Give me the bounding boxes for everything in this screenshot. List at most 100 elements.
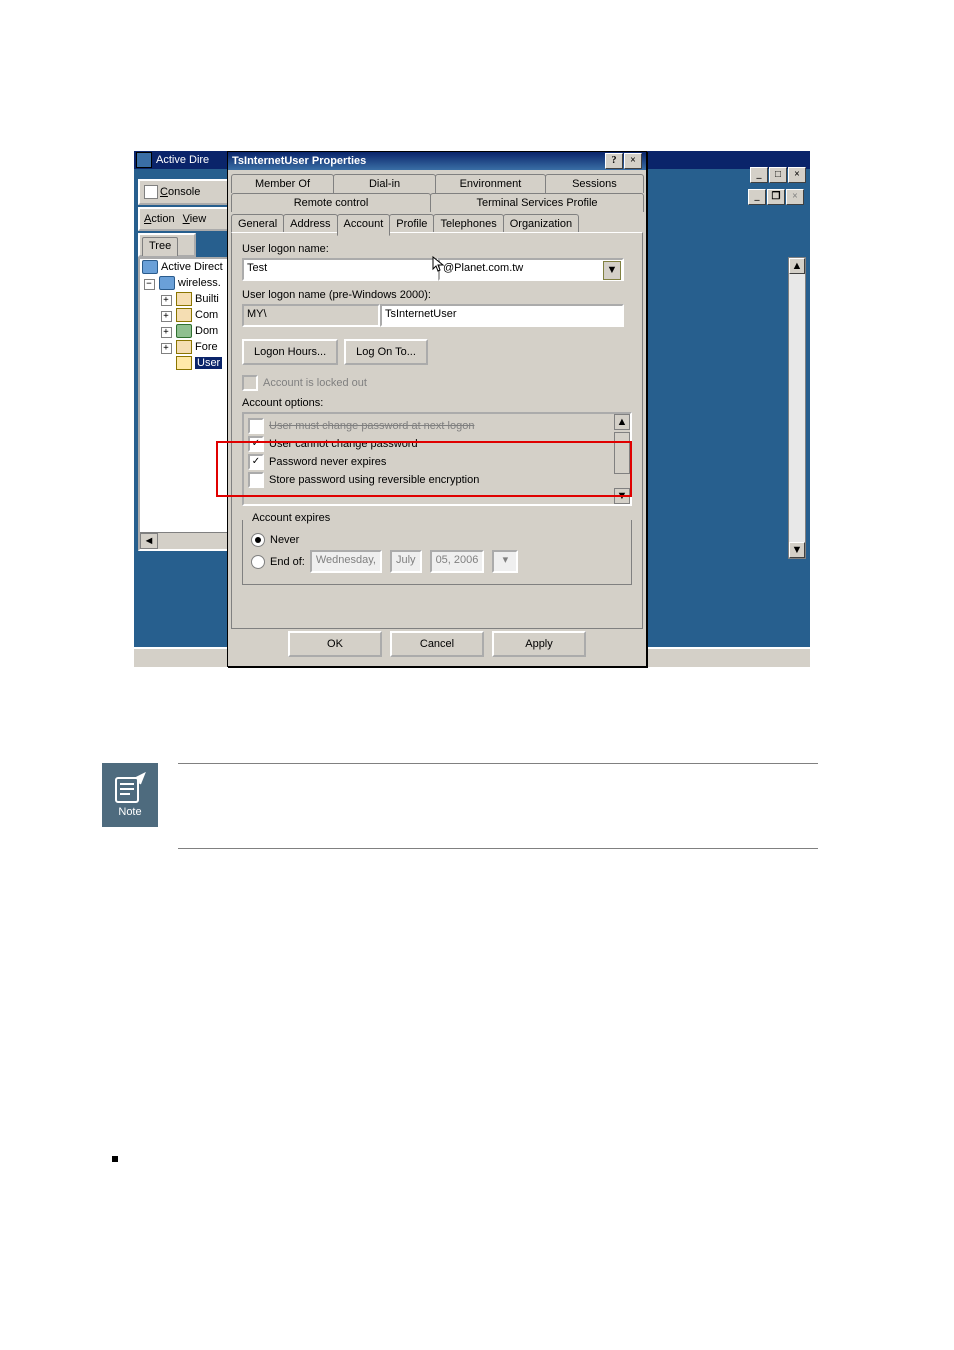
folder-icon (176, 308, 192, 322)
tab-telephones[interactable]: Telephones (433, 214, 503, 234)
tab-remote-control[interactable]: Remote control (231, 193, 431, 212)
radio-icon[interactable] (251, 533, 265, 547)
opt-cannot-change-password[interactable]: ✓ User cannot change password (248, 436, 612, 452)
child-restore-button[interactable]: ❐ (767, 189, 785, 205)
domain-icon (159, 276, 175, 290)
tree-item[interactable]: Fore (195, 341, 218, 353)
menu-action[interactable]: Action (144, 213, 175, 225)
tree-item[interactable]: Com (195, 309, 218, 321)
account-locked-checkbox: Account is locked out (242, 375, 632, 391)
menu-view[interactable]: View (183, 213, 207, 225)
tab-organization[interactable]: Organization (503, 214, 579, 234)
console-icon (144, 185, 158, 199)
expand-icon[interactable]: + (161, 327, 172, 338)
dialog-close-button[interactable]: × (624, 153, 642, 169)
tree-item[interactable]: Dom (195, 325, 218, 337)
account-options-label: Account options: (242, 397, 632, 409)
tab-environment[interactable]: Environment (435, 174, 546, 193)
expires-never-label: Never (270, 534, 299, 546)
tab-profile[interactable]: Profile (389, 214, 434, 234)
date-weekday: Wednesday, (310, 550, 382, 573)
console-menu[interactable]: CConsoleonsole (138, 179, 234, 205)
tab-dialin[interactable]: Dial-in (333, 174, 436, 193)
account-tab-page: User logon name: Test @Planet.com.tw ▼ U… (231, 232, 643, 629)
scroll-up-icon[interactable]: ▲ (614, 414, 630, 430)
tree-root-label[interactable]: Active Direct (161, 261, 223, 273)
tab-general[interactable]: General (231, 214, 284, 234)
tree-item-selected[interactable]: User (195, 357, 222, 369)
scroll-down-icon[interactable]: ▼ (789, 542, 805, 558)
folder-open-icon (176, 356, 192, 370)
tab-account[interactable]: Account (337, 214, 391, 236)
ad-root-icon (142, 260, 158, 274)
tab-address[interactable]: Address (283, 214, 337, 234)
dropdown-icon[interactable]: ▼ (603, 261, 621, 280)
radio-icon[interactable] (251, 555, 265, 569)
opt-password-never-expires[interactable]: ✓ Password never expires (248, 454, 612, 470)
dialog-help-button[interactable]: ? (605, 153, 623, 169)
opt-label: User cannot change password (269, 438, 418, 450)
scroll-down-icon[interactable]: ▼ (614, 488, 630, 504)
pre2000-user-input[interactable]: TsInternetUser (380, 304, 624, 327)
collapse-icon[interactable]: − (144, 279, 155, 290)
opt-label: User must change password at next logon (269, 420, 474, 432)
opt-reversible-encryption[interactable]: Store password using reversible encrypti… (248, 472, 612, 488)
opt-label: Store password using reversible encrypti… (269, 474, 479, 486)
app-icon (136, 152, 152, 168)
date-day-year: 05, 2006 (430, 550, 485, 573)
options-vscrollbar[interactable]: ▲ ▼ (614, 414, 630, 504)
bullet-icon (112, 1156, 118, 1162)
minimize-button[interactable]: _ (750, 167, 768, 183)
account-locked-label: Account is locked out (263, 377, 367, 389)
dialog-tabs: Member Of Dial-in Environment Sessions R… (231, 174, 643, 214)
checkbox-icon[interactable] (248, 418, 264, 434)
scroll-thumb[interactable] (614, 432, 630, 474)
checkbox-icon[interactable] (248, 472, 264, 488)
pre2000-domain-field: MY\ (242, 304, 380, 327)
upn-suffix-select[interactable]: @Planet.com.tw ▼ (438, 258, 624, 281)
expires-endof-label: End of: (270, 556, 305, 568)
tab-ts-profile[interactable]: Terminal Services Profile (430, 193, 644, 212)
close-button[interactable]: × (788, 167, 806, 183)
note-rule-bottom (178, 848, 818, 849)
scroll-left-icon[interactable]: ◄ (140, 533, 158, 549)
checkbox-icon (242, 375, 258, 391)
logon-to-button[interactable]: Log On To... (344, 339, 428, 365)
date-dropdown-icon: ▾ (492, 550, 518, 573)
expires-never-radio[interactable]: Never (251, 533, 623, 547)
tab-sessions[interactable]: Sessions (545, 174, 644, 193)
checkbox-icon[interactable]: ✓ (248, 436, 264, 452)
user-properties-dialog: TsInternetUser Properties ? × Member Of … (227, 151, 647, 667)
scroll-up-icon[interactable]: ▲ (789, 258, 805, 274)
tree-domain-label[interactable]: wireless. (178, 277, 221, 289)
cancel-button[interactable]: Cancel (390, 631, 484, 657)
note-label: Note (118, 806, 141, 818)
dialog-titlebar[interactable]: TsInternetUser Properties ? × (228, 152, 646, 170)
maximize-button[interactable]: □ (769, 167, 787, 183)
pre2000-label: User logon name (pre-Windows 2000): (242, 289, 632, 301)
console-menu-label: CConsoleonsole (160, 186, 200, 198)
expand-icon[interactable]: + (161, 311, 172, 322)
logon-hours-button[interactable]: Logon Hours... (242, 339, 338, 365)
date-month: July (390, 550, 422, 573)
child-close-button: × (786, 189, 804, 205)
account-options-list[interactable]: User must change password at next logon … (242, 412, 632, 506)
account-expires-legend: Account expires (249, 512, 333, 524)
tree-item[interactable]: Builti (195, 293, 219, 305)
content-vscrollbar[interactable]: ▲ ▼ (788, 257, 806, 559)
dialog-buttons: OK Cancel Apply (231, 631, 643, 659)
logon-name-input[interactable]: Test (242, 258, 438, 281)
expires-endof-radio[interactable]: End of: Wednesday, July 05, 2006 ▾ (251, 550, 623, 573)
account-expires-group: Account expires Never End of: Wednesday, (242, 520, 632, 585)
opt-change-next-logon[interactable]: User must change password at next logon (248, 418, 612, 434)
expand-icon[interactable]: + (161, 295, 172, 306)
ok-button[interactable]: OK (288, 631, 382, 657)
upn-suffix-value: @Planet.com.tw (443, 262, 523, 274)
tab-member-of[interactable]: Member Of (231, 174, 334, 193)
apply-button[interactable]: Apply (492, 631, 586, 657)
tree-tab[interactable]: Tree (142, 237, 178, 256)
checkbox-icon[interactable]: ✓ (248, 454, 264, 470)
child-minimize-button[interactable]: _ (748, 189, 766, 205)
dialog-title: TsInternetUser Properties (232, 155, 366, 167)
expand-icon[interactable]: + (161, 343, 172, 354)
